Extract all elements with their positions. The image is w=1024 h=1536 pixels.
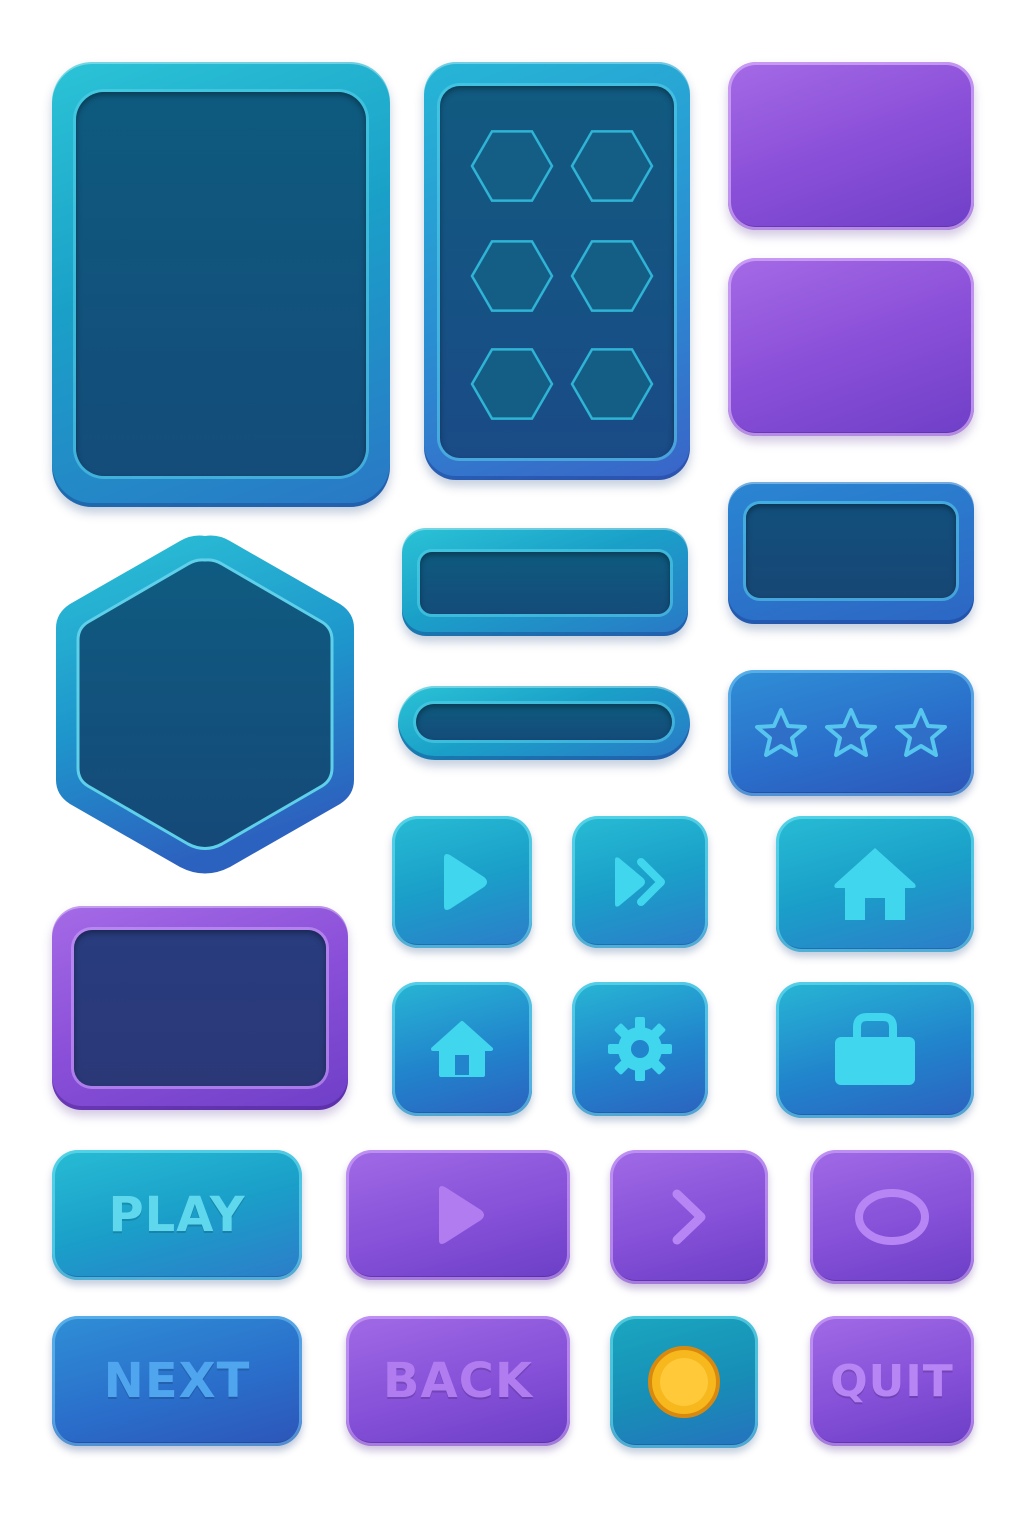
lock-button[interactable] — [776, 982, 974, 1118]
purple-plate-top — [728, 62, 974, 230]
back-button[interactable]: BACK — [346, 1316, 570, 1446]
hex-grid-well — [440, 86, 674, 458]
blue-frame-well — [746, 504, 956, 598]
hexagon-panel — [50, 530, 360, 878]
star-icon — [892, 705, 950, 761]
hexagon-icon[interactable] — [470, 130, 554, 202]
home-button[interactable] — [776, 816, 974, 952]
coin-button[interactable] — [610, 1316, 758, 1448]
purple-panel-well — [74, 930, 326, 1086]
hex-slots — [470, 130, 654, 420]
play-button[interactable] — [392, 816, 532, 948]
ui-kit-sheet: PLAY NEXT BACK QUIT — [0, 0, 1024, 1536]
settings-button[interactable] — [572, 982, 708, 1116]
purple-play-button[interactable] — [346, 1150, 570, 1280]
hexagon-icon[interactable] — [570, 130, 654, 202]
next-button[interactable]: NEXT — [52, 1316, 302, 1446]
next-label: NEXT — [103, 1353, 251, 1409]
purple-plate-bottom — [728, 258, 974, 436]
star-icon — [752, 705, 810, 761]
play-label: PLAY — [108, 1187, 246, 1243]
quit-label: QUIT — [830, 1355, 954, 1407]
input-bar-slim-well — [416, 704, 672, 740]
home-small-button[interactable] — [392, 982, 532, 1116]
hexagon-icon[interactable] — [570, 348, 654, 420]
input-bar-wide[interactable] — [402, 528, 688, 636]
blue-frame — [728, 482, 974, 624]
next-arrow-button[interactable] — [610, 1150, 768, 1284]
home-small-icon — [427, 1017, 497, 1081]
input-bar-wide-well — [420, 552, 670, 614]
input-bar-slim[interactable] — [398, 686, 690, 760]
chevron-right-icon — [667, 1186, 711, 1248]
back-label: BACK — [382, 1353, 534, 1409]
large-panel-well — [76, 92, 366, 476]
circle-icon — [851, 1185, 933, 1249]
rating-bar — [728, 670, 974, 796]
purple-panel — [52, 906, 348, 1110]
hexagon-icon[interactable] — [470, 348, 554, 420]
hexagon-icon[interactable] — [570, 240, 654, 312]
large-panel — [52, 62, 390, 507]
fast-forward-icon — [607, 852, 673, 912]
fast-forward-button[interactable] — [572, 816, 708, 948]
gear-icon — [604, 1013, 676, 1085]
play-text-button[interactable]: PLAY — [52, 1150, 302, 1280]
hexagon-icon[interactable] — [470, 240, 554, 312]
quit-button[interactable]: QUIT — [810, 1316, 974, 1446]
lock-icon — [829, 1009, 921, 1091]
circle-button[interactable] — [810, 1150, 974, 1284]
home-icon — [829, 842, 921, 926]
coin-icon — [646, 1344, 722, 1420]
hex-grid-panel — [424, 62, 690, 480]
play-icon — [427, 1182, 489, 1248]
star-icon — [822, 705, 880, 761]
play-icon — [432, 850, 492, 914]
